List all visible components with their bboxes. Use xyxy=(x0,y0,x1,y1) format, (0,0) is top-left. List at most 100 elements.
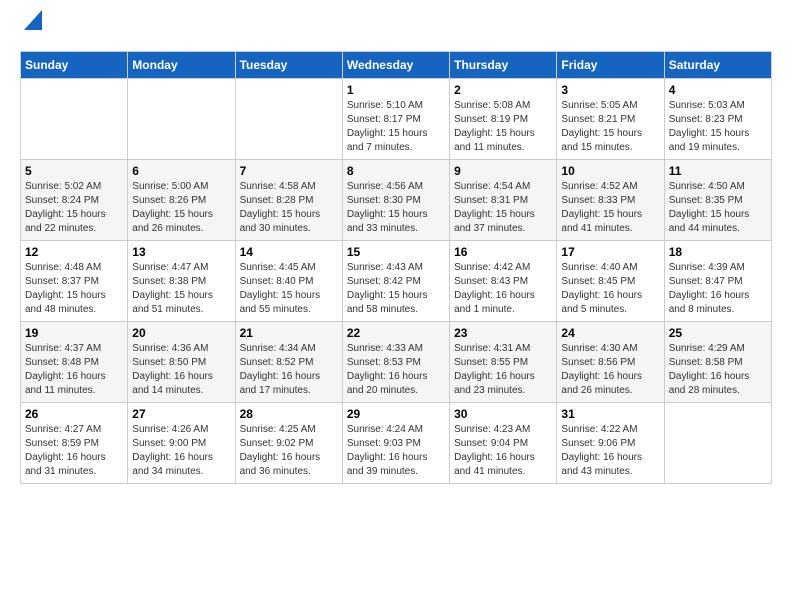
day-number: 20 xyxy=(132,326,230,340)
weekday-header-thursday: Thursday xyxy=(450,52,557,79)
day-number: 29 xyxy=(347,407,445,421)
weekday-header-friday: Friday xyxy=(557,52,664,79)
calendar-cell: 9 Sunrise: 4:54 AMSunset: 8:31 PMDaylight… xyxy=(450,160,557,241)
calendar-cell: 4 Sunrise: 5:03 AMSunset: 8:23 PMDaylight… xyxy=(664,79,771,160)
day-info: Sunrise: 4:52 AMSunset: 8:33 PMDaylight:… xyxy=(561,180,659,236)
day-number: 10 xyxy=(561,164,659,178)
day-number: 5 xyxy=(25,164,123,178)
calendar-cell: 30 Sunrise: 4:23 AMSunset: 9:04 PMDayligh… xyxy=(450,403,557,484)
day-number: 6 xyxy=(132,164,230,178)
day-number: 14 xyxy=(240,245,338,259)
calendar-week-2: 5 Sunrise: 5:02 AMSunset: 8:24 PMDaylight… xyxy=(21,160,772,241)
day-number: 8 xyxy=(347,164,445,178)
calendar-cell: 16 Sunrise: 4:42 AMSunset: 8:43 PMDayligh… xyxy=(450,241,557,322)
day-info: Sunrise: 4:48 AMSunset: 8:37 PMDaylight:… xyxy=(25,261,123,317)
day-info: Sunrise: 4:22 AMSunset: 9:06 PMDaylight:… xyxy=(561,423,659,479)
day-info: Sunrise: 4:43 AMSunset: 8:42 PMDaylight:… xyxy=(347,261,445,317)
day-number: 21 xyxy=(240,326,338,340)
calendar-cell: 22Sunrise: 4:33 AMSunset: 8:53 PMDayligh… xyxy=(342,322,449,403)
calendar-cell: 10 Sunrise: 4:52 AMSunset: 8:33 PMDayligh… xyxy=(557,160,664,241)
day-number: 3 xyxy=(561,83,659,97)
day-number: 9 xyxy=(454,164,552,178)
calendar-cell: 19Sunrise: 4:37 AMSunset: 8:48 PMDayligh… xyxy=(21,322,128,403)
day-number: 12 xyxy=(25,245,123,259)
day-info: Sunrise: 4:25 AMSunset: 9:02 PMDaylight:… xyxy=(240,423,338,479)
day-number: 17 xyxy=(561,245,659,259)
day-info: Sunrise: 4:27 AMSunset: 8:59 PMDaylight:… xyxy=(25,423,123,479)
calendar-cell xyxy=(235,79,342,160)
weekday-header-tuesday: Tuesday xyxy=(235,52,342,79)
day-number: 27 xyxy=(132,407,230,421)
day-info: Sunrise: 5:02 AMSunset: 8:24 PMDaylight:… xyxy=(25,180,123,236)
day-info: Sunrise: 5:08 AMSunset: 8:19 PMDaylight:… xyxy=(454,99,552,155)
day-number: 1 xyxy=(347,83,445,97)
day-number: 13 xyxy=(132,245,230,259)
calendar-week-5: 26 Sunrise: 4:27 AMSunset: 8:59 PMDayligh… xyxy=(21,403,772,484)
day-info: Sunrise: 4:56 AMSunset: 8:30 PMDaylight:… xyxy=(347,180,445,236)
day-number: 23 xyxy=(454,326,552,340)
day-info: Sunrise: 4:42 AMSunset: 8:43 PMDaylight:… xyxy=(454,261,552,317)
day-info: Sunrise: 4:54 AMSunset: 8:31 PMDaylight:… xyxy=(454,180,552,236)
calendar-week-4: 19Sunrise: 4:37 AMSunset: 8:48 PMDayligh… xyxy=(21,322,772,403)
calendar-cell: 31Sunrise: 4:22 AMSunset: 9:06 PMDayligh… xyxy=(557,403,664,484)
calendar-cell: 27 Sunrise: 4:26 AMSunset: 9:00 PMDayligh… xyxy=(128,403,235,484)
calendar-cell: 3Sunrise: 5:05 AMSunset: 8:21 PMDaylight… xyxy=(557,79,664,160)
day-info: Sunrise: 5:03 AMSunset: 8:23 PMDaylight:… xyxy=(669,99,767,155)
calendar-cell: 8 Sunrise: 4:56 AMSunset: 8:30 PMDaylight… xyxy=(342,160,449,241)
day-number: 2 xyxy=(454,83,552,97)
day-info: Sunrise: 4:29 AMSunset: 8:58 PMDaylight:… xyxy=(669,342,767,398)
weekday-header-monday: Monday xyxy=(128,52,235,79)
calendar-week-3: 12 Sunrise: 4:48 AMSunset: 8:37 PMDayligh… xyxy=(21,241,772,322)
calendar-cell: 2 Sunrise: 5:08 AMSunset: 8:19 PMDaylight… xyxy=(450,79,557,160)
day-info: Sunrise: 4:45 AMSunset: 8:40 PMDaylight:… xyxy=(240,261,338,317)
day-number: 25 xyxy=(669,326,767,340)
calendar-cell xyxy=(21,79,128,160)
calendar-cell: 14 Sunrise: 4:45 AMSunset: 8:40 PMDayligh… xyxy=(235,241,342,322)
weekday-header-saturday: Saturday xyxy=(664,52,771,79)
logo xyxy=(20,20,42,35)
day-number: 7 xyxy=(240,164,338,178)
day-number: 26 xyxy=(25,407,123,421)
day-number: 22 xyxy=(347,326,445,340)
calendar-cell: 7 Sunrise: 4:58 AMSunset: 8:28 PMDaylight… xyxy=(235,160,342,241)
calendar-cell: 15Sunrise: 4:43 AMSunset: 8:42 PMDayligh… xyxy=(342,241,449,322)
calendar-week-1: 1 Sunrise: 5:10 AMSunset: 8:17 PMDaylight… xyxy=(21,79,772,160)
day-info: Sunrise: 5:10 AMSunset: 8:17 PMDaylight:… xyxy=(347,99,445,155)
day-info: Sunrise: 4:34 AMSunset: 8:52 PMDaylight:… xyxy=(240,342,338,398)
calendar-cell: 20 Sunrise: 4:36 AMSunset: 8:50 PMDayligh… xyxy=(128,322,235,403)
calendar-cell: 21 Sunrise: 4:34 AMSunset: 8:52 PMDayligh… xyxy=(235,322,342,403)
calendar-cell: 11 Sunrise: 4:50 AMSunset: 8:35 PMDayligh… xyxy=(664,160,771,241)
calendar-cell: 29 Sunrise: 4:24 AMSunset: 9:03 PMDayligh… xyxy=(342,403,449,484)
day-info: Sunrise: 4:37 AMSunset: 8:48 PMDaylight:… xyxy=(25,342,123,398)
calendar-cell: 13 Sunrise: 4:47 AMSunset: 8:38 PMDayligh… xyxy=(128,241,235,322)
day-info: Sunrise: 4:24 AMSunset: 9:03 PMDaylight:… xyxy=(347,423,445,479)
day-info: Sunrise: 4:58 AMSunset: 8:28 PMDaylight:… xyxy=(240,180,338,236)
day-number: 28 xyxy=(240,407,338,421)
day-number: 30 xyxy=(454,407,552,421)
calendar-cell xyxy=(128,79,235,160)
day-info: Sunrise: 4:40 AMSunset: 8:45 PMDaylight:… xyxy=(561,261,659,317)
calendar-cell: 28 Sunrise: 4:25 AMSunset: 9:02 PMDayligh… xyxy=(235,403,342,484)
day-number: 4 xyxy=(669,83,767,97)
day-number: 18 xyxy=(669,245,767,259)
calendar-cell: 24 Sunrise: 4:30 AMSunset: 8:56 PMDayligh… xyxy=(557,322,664,403)
calendar-table: SundayMondayTuesdayWednesdayThursdayFrid… xyxy=(20,51,772,484)
calendar-cell: 18Sunrise: 4:39 AMSunset: 8:47 PMDayligh… xyxy=(664,241,771,322)
weekday-header-sunday: Sunday xyxy=(21,52,128,79)
calendar-cell: 5 Sunrise: 5:02 AMSunset: 8:24 PMDaylight… xyxy=(21,160,128,241)
day-info: Sunrise: 4:50 AMSunset: 8:35 PMDaylight:… xyxy=(669,180,767,236)
calendar-cell: 17 Sunrise: 4:40 AMSunset: 8:45 PMDayligh… xyxy=(557,241,664,322)
day-info: Sunrise: 4:26 AMSunset: 9:00 PMDaylight:… xyxy=(132,423,230,479)
calendar-cell: 26 Sunrise: 4:27 AMSunset: 8:59 PMDayligh… xyxy=(21,403,128,484)
day-info: Sunrise: 4:23 AMSunset: 9:04 PMDaylight:… xyxy=(454,423,552,479)
day-info: Sunrise: 4:36 AMSunset: 8:50 PMDaylight:… xyxy=(132,342,230,398)
day-info: Sunrise: 4:47 AMSunset: 8:38 PMDaylight:… xyxy=(132,261,230,317)
calendar-cell: 6Sunrise: 5:00 AMSunset: 8:26 PMDaylight… xyxy=(128,160,235,241)
calendar-cell: 25 Sunrise: 4:29 AMSunset: 8:58 PMDayligh… xyxy=(664,322,771,403)
day-number: 16 xyxy=(454,245,552,259)
calendar-cell: 12 Sunrise: 4:48 AMSunset: 8:37 PMDayligh… xyxy=(21,241,128,322)
day-info: Sunrise: 4:30 AMSunset: 8:56 PMDaylight:… xyxy=(561,342,659,398)
day-number: 24 xyxy=(561,326,659,340)
day-number: 11 xyxy=(669,164,767,178)
calendar-cell: 1 Sunrise: 5:10 AMSunset: 8:17 PMDaylight… xyxy=(342,79,449,160)
